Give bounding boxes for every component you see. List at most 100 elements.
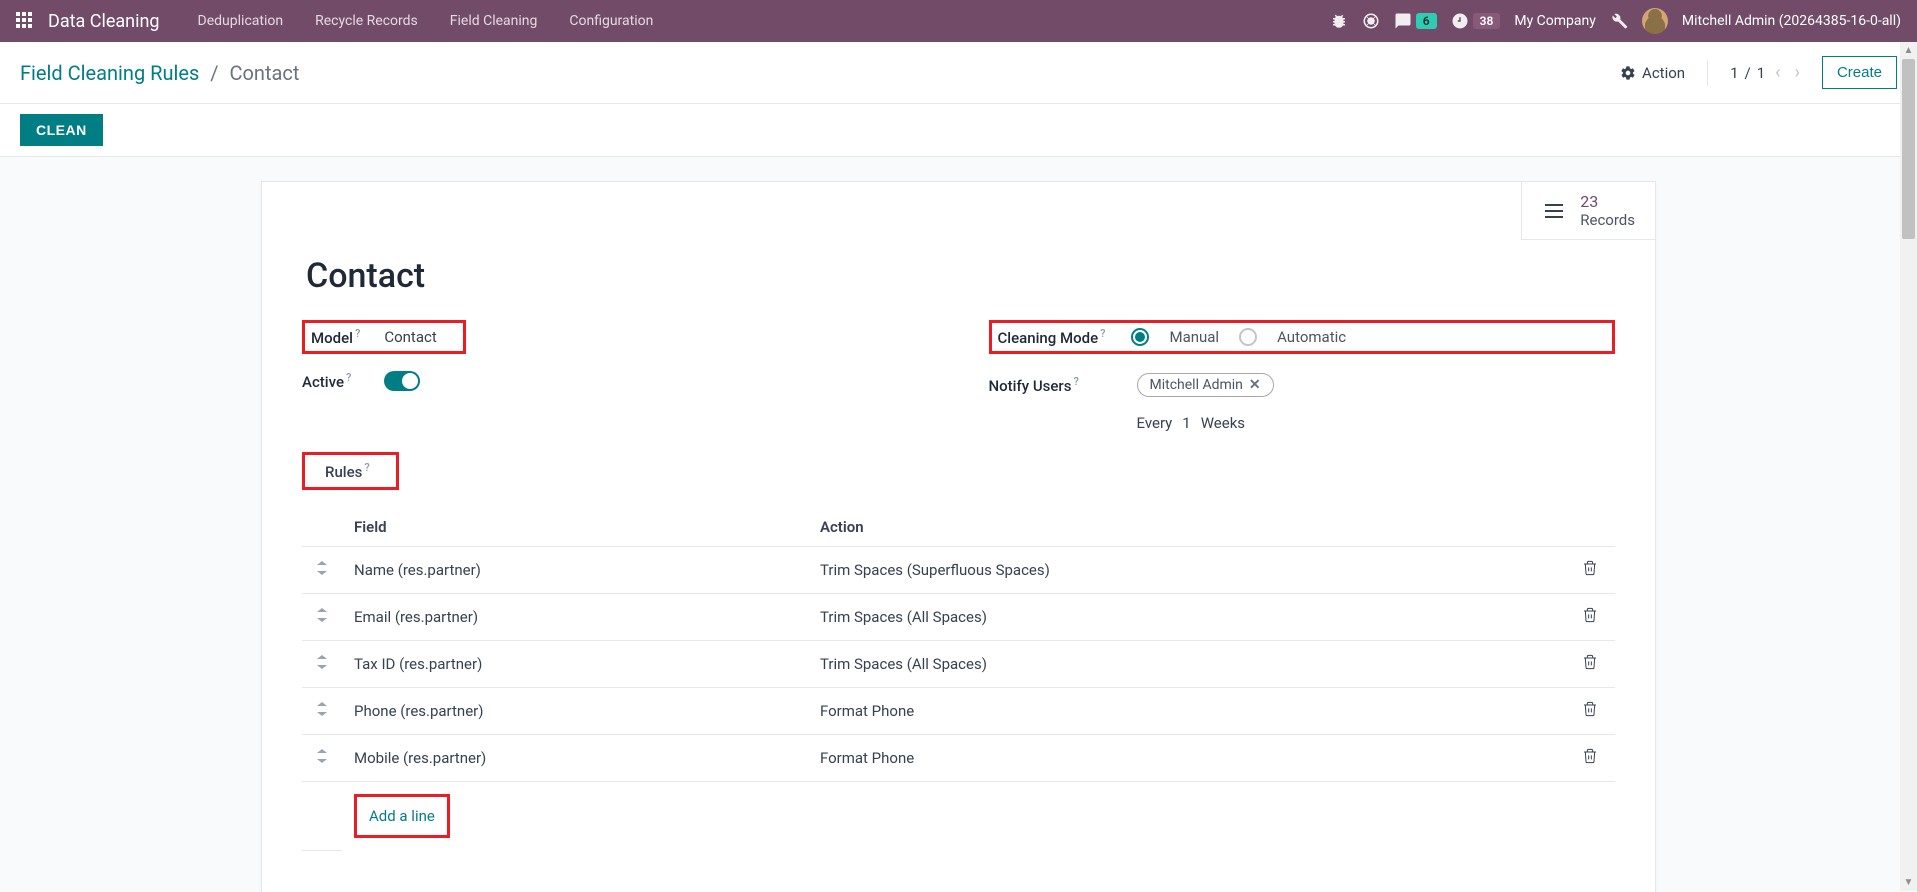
table-row[interactable]: Email (res.partner)Trim Spaces (All Spac…	[302, 594, 1615, 641]
form-scroll[interactable]: 23 Records Contact Model? Contact Active…	[0, 157, 1917, 892]
drag-handle-icon[interactable]	[316, 655, 328, 673]
model-value[interactable]: Contact	[384, 328, 436, 346]
add-line-button[interactable]: Add a line	[359, 799, 445, 833]
drag-handle-icon[interactable]	[316, 749, 328, 767]
breadcrumb-sep: /	[210, 61, 218, 85]
rule-field[interactable]: Mobile (res.partner)	[342, 735, 808, 782]
scroll-up-icon[interactable]: ▲	[1900, 42, 1917, 59]
tools-icon[interactable]	[1610, 12, 1628, 30]
form-col-right: Cleaning Mode? Manual Automatic Notify U…	[989, 320, 1616, 432]
notify-user-tag-text: Mitchell Admin	[1150, 377, 1243, 393]
form-sheet: 23 Records Contact Model? Contact Active…	[261, 181, 1656, 892]
rule-field[interactable]: Tax ID (res.partner)	[342, 641, 808, 688]
notify-user-tag[interactable]: Mitchell Admin ✕	[1137, 373, 1274, 397]
table-row[interactable]: Mobile (res.partner)Format Phone	[302, 735, 1615, 782]
drag-handle-icon[interactable]	[316, 608, 328, 626]
trash-icon[interactable]	[1582, 610, 1598, 628]
navbar-right: 6 38 My Company Mitchell Admin (20264385…	[1330, 8, 1901, 34]
col-delete	[1565, 508, 1615, 547]
list-icon	[1542, 199, 1566, 223]
records-stat-button[interactable]: 23 Records	[1521, 181, 1656, 240]
records-count: 23	[1580, 192, 1635, 211]
bug-icon[interactable]	[1330, 12, 1348, 30]
form-col-left: Model? Contact Active?	[302, 320, 929, 432]
rule-field[interactable]: Name (res.partner)	[342, 547, 808, 594]
messages-indicator[interactable]: 6	[1394, 12, 1437, 30]
activities-badge: 38	[1473, 13, 1501, 29]
pager-current: 1	[1730, 64, 1738, 82]
clean-button[interactable]: CLEAN	[20, 114, 103, 146]
create-button[interactable]: Create	[1822, 56, 1897, 89]
trash-icon[interactable]	[1582, 563, 1598, 581]
radio-manual[interactable]	[1131, 328, 1149, 346]
scroll-down-icon[interactable]: ▼	[1900, 874, 1917, 891]
radio-manual-label[interactable]: Manual	[1169, 328, 1219, 346]
nav-configuration[interactable]: Configuration	[555, 13, 667, 29]
rules-table: Field Action Name (res.partner)Trim Spac…	[302, 508, 1615, 851]
drag-handle-icon[interactable]	[316, 561, 328, 579]
rule-action[interactable]: Trim Spaces (Superfluous Spaces)	[808, 547, 1565, 594]
table-row[interactable]: Phone (res.partner)Format Phone	[302, 688, 1615, 735]
action-label: Action	[1642, 64, 1685, 82]
rule-action[interactable]: Format Phone	[808, 735, 1565, 782]
nav-deduplication[interactable]: Deduplication	[184, 13, 298, 29]
records-label: Records	[1580, 211, 1635, 229]
cleaning-mode-label: Cleaning Mode?	[998, 327, 1106, 347]
rule-action[interactable]: Trim Spaces (All Spaces)	[808, 641, 1565, 688]
rule-field[interactable]: Phone (res.partner)	[342, 688, 808, 735]
drag-handle-icon[interactable]	[316, 702, 328, 720]
pager-slash: /	[1745, 64, 1751, 82]
model-label: Model?	[311, 327, 360, 347]
company-name[interactable]: My Company	[1514, 13, 1596, 29]
tag-remove-icon[interactable]: ✕	[1249, 377, 1261, 393]
rule-field[interactable]: Email (res.partner)	[342, 594, 808, 641]
nav-recycle-records[interactable]: Recycle Records	[301, 13, 432, 29]
trash-icon[interactable]	[1582, 704, 1598, 722]
clock-icon	[1451, 12, 1469, 30]
pager-prev-icon[interactable]: ‹	[1771, 62, 1784, 83]
col-action[interactable]: Action	[808, 508, 1565, 547]
radio-automatic[interactable]	[1239, 328, 1257, 346]
support-icon[interactable]	[1362, 12, 1380, 30]
col-field[interactable]: Field	[342, 508, 808, 547]
cleaning-mode-radio-group: Manual Automatic	[1131, 328, 1346, 346]
radio-automatic-label[interactable]: Automatic	[1277, 328, 1346, 346]
pager: 1 / 1 ‹ ›	[1730, 62, 1804, 83]
top-navbar: Data Cleaning Deduplication Recycle Reco…	[0, 0, 1917, 42]
apps-icon[interactable]	[16, 12, 34, 30]
highlight-add-line: Add a line	[354, 794, 450, 838]
rule-action[interactable]: Format Phone	[808, 688, 1565, 735]
highlight-cleaning-mode: Cleaning Mode? Manual Automatic	[989, 320, 1616, 354]
activities-indicator[interactable]: 38	[1451, 12, 1501, 30]
table-row[interactable]: Name (res.partner)Trim Spaces (Superfluo…	[302, 547, 1615, 594]
breadcrumb-parent[interactable]: Field Cleaning Rules	[20, 61, 199, 85]
highlight-rules-tab: Rules?	[302, 452, 399, 490]
control-panel-right: Action 1 / 1 ‹ › Create	[1620, 56, 1897, 89]
table-row[interactable]: Tax ID (res.partner)Trim Spaces (All Spa…	[302, 641, 1615, 688]
pager-separator	[1707, 60, 1708, 86]
messages-icon	[1394, 12, 1412, 30]
avatar[interactable]	[1642, 8, 1668, 34]
every-unit[interactable]: Weeks	[1201, 414, 1245, 432]
highlight-model: Model? Contact	[302, 320, 466, 354]
every-value[interactable]: 1	[1182, 414, 1190, 432]
scroll-thumb[interactable]	[1902, 59, 1915, 239]
rules-tab[interactable]: Rules?	[317, 457, 384, 487]
pager-next-icon[interactable]: ›	[1791, 62, 1804, 83]
active-toggle[interactable]	[384, 371, 420, 391]
action-dropdown[interactable]: Action	[1620, 64, 1685, 82]
nav-field-cleaning[interactable]: Field Cleaning	[436, 13, 552, 29]
control-panel: Field Cleaning Rules / Contact Action 1 …	[0, 42, 1917, 104]
app-brand[interactable]: Data Cleaning	[48, 11, 160, 32]
rule-action[interactable]: Trim Spaces (All Spaces)	[808, 594, 1565, 641]
breadcrumb-current: Contact	[229, 61, 299, 85]
pager-total: 1	[1757, 64, 1765, 82]
scrollbar[interactable]: ▲ ▼	[1900, 42, 1917, 891]
trash-icon[interactable]	[1582, 657, 1598, 675]
status-bar: CLEAN	[0, 104, 1917, 157]
col-drag	[302, 508, 342, 547]
trash-icon[interactable]	[1582, 751, 1598, 769]
gear-icon	[1620, 65, 1636, 81]
user-name[interactable]: Mitchell Admin (20264385-16-0-all)	[1682, 13, 1901, 29]
breadcrumb: Field Cleaning Rules / Contact	[20, 61, 299, 85]
